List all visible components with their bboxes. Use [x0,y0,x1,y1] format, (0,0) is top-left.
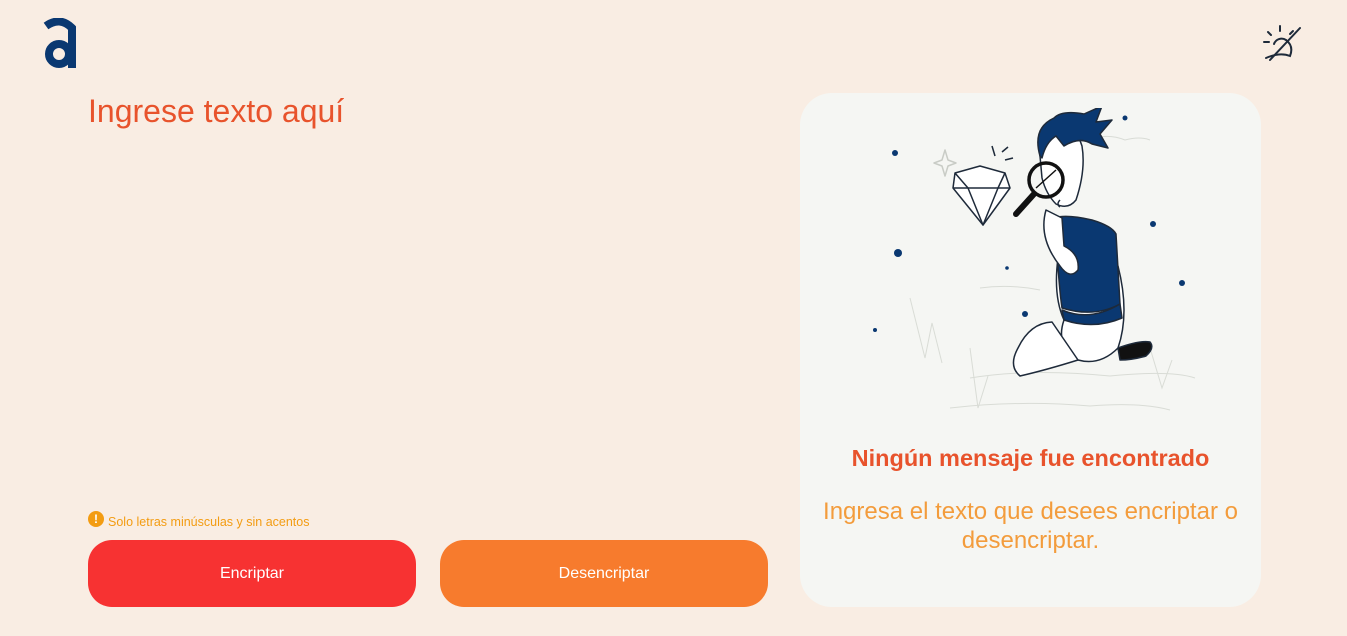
input-hint: ! Solo letras minúsculas y sin acentos [88,509,309,529]
hint-text: Solo letras minúsculas y sin acentos [108,515,310,529]
encrypt-button[interactable]: Encriptar [88,540,416,607]
logo [40,17,80,72]
person-with-magnifying-glass-illustration [873,108,1196,411]
output-title: Ningún mensaje fue encontrado [851,445,1210,471]
warning-icon: ! [88,511,104,527]
output-description: Ingresa el texto que desees encriptar o … [823,498,1238,554]
decrypt-button[interactable]: Desencriptar [440,540,768,607]
theme-toggle-button[interactable] [1260,22,1304,66]
text-input[interactable] [88,92,768,492]
output-panel: Ningún mensaje fue encontrado Ingresa el… [800,93,1261,607]
sun-moon-icon [1263,25,1301,61]
